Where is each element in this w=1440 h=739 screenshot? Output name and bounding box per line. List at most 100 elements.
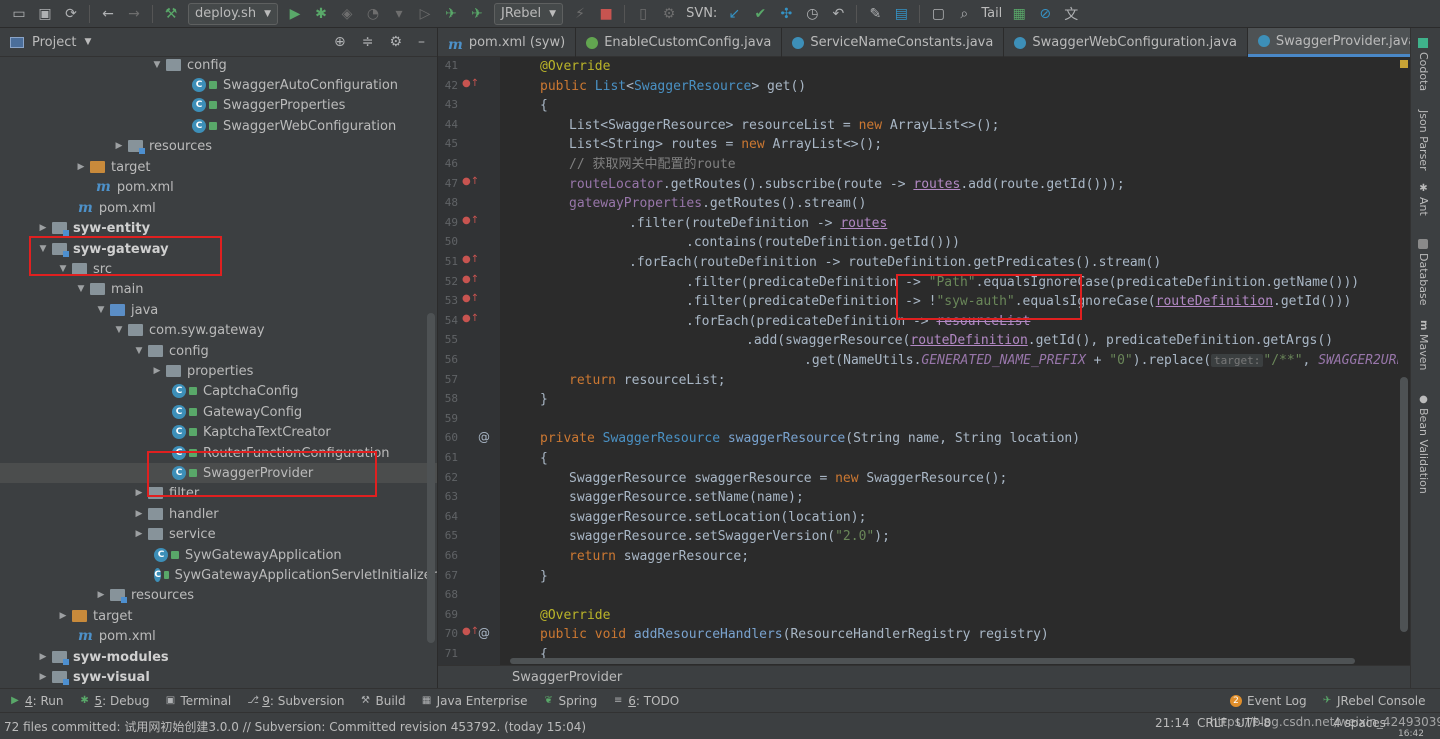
lambda-marker-icon[interactable]: ●↑ bbox=[462, 293, 479, 304]
translate-icon[interactable]: 文 bbox=[1060, 3, 1082, 25]
tab-enablecustomconfig[interactable]: EnableCustomConfig.java bbox=[576, 28, 783, 57]
code-editor[interactable]: @Override public List<SwaggerResource> g… bbox=[510, 57, 1398, 665]
tree-node-properties[interactable]: ▶ properties bbox=[0, 361, 437, 381]
project-panel-title[interactable]: Project bbox=[32, 35, 76, 50]
debug-tool-button[interactable]: ✱ 5: Debug bbox=[80, 694, 149, 708]
tree-node-config[interactable]: ▼ config bbox=[0, 57, 437, 75]
override-marker-icon[interactable]: ●↑ bbox=[462, 626, 479, 637]
expanded-arrow-icon[interactable]: ▼ bbox=[36, 244, 50, 254]
collapsed-arrow-icon[interactable]: ▶ bbox=[112, 141, 126, 151]
tree-node-routerfunctionconfiguration[interactable]: C RouterFunctionConfiguration bbox=[0, 443, 437, 463]
window-icon[interactable]: ▢ bbox=[927, 3, 949, 25]
bean-validation-tab[interactable]: ● Bean Validation bbox=[1417, 394, 1430, 494]
profile-icon[interactable]: ◔ bbox=[362, 3, 384, 25]
lambda-marker-icon[interactable]: ●↑ bbox=[462, 215, 479, 226]
tree-node-resources[interactable]: ▶ resources bbox=[0, 585, 437, 605]
editor-vertical-scrollbar[interactable] bbox=[1398, 57, 1410, 665]
expanded-arrow-icon[interactable]: ▼ bbox=[150, 60, 164, 70]
annotation-marker-icon[interactable]: @ bbox=[478, 626, 490, 640]
build-hammer-icon[interactable]: ⚒ bbox=[160, 3, 182, 25]
spring-tool-button[interactable]: ❦ Spring bbox=[544, 694, 597, 708]
annotation-marker-icon[interactable]: @ bbox=[478, 430, 490, 444]
tree-node-config[interactable]: ▼ config bbox=[0, 341, 437, 361]
expanded-arrow-icon[interactable]: ▼ bbox=[94, 305, 108, 315]
tree-node-kaptchatextcreator[interactable]: C KaptchaTextCreator bbox=[0, 422, 437, 442]
terminal-tool-button[interactable]: ▣ Terminal bbox=[165, 694, 231, 708]
tree-node-syw-entity[interactable]: ▶ syw-entity bbox=[0, 218, 437, 238]
tree-node-pom[interactable]: m pom.xml bbox=[0, 626, 437, 646]
tree-node-package[interactable]: ▼ com.syw.gateway bbox=[0, 320, 437, 340]
lambda-marker-icon[interactable]: ●↑ bbox=[462, 313, 479, 324]
tab-swaggerwebconfiguration[interactable]: SwaggerWebConfiguration.java bbox=[1004, 28, 1248, 57]
collapsed-arrow-icon[interactable]: ▶ bbox=[36, 652, 50, 662]
jrebel-select[interactable]: JRebel ▼ bbox=[493, 2, 564, 25]
horizontal-scrollbar[interactable] bbox=[510, 658, 1355, 664]
tree-node-src[interactable]: ▼ src bbox=[0, 259, 437, 279]
lambda-marker-icon[interactable]: ●↑ bbox=[462, 176, 479, 187]
tree-node-target[interactable]: ▶ target bbox=[0, 157, 437, 177]
stop-icon[interactable]: ■ bbox=[595, 3, 617, 25]
no-entry-icon[interactable]: ⊘ bbox=[1034, 3, 1056, 25]
tree-node-pom[interactable]: m pom.xml bbox=[0, 198, 437, 218]
gear-icon[interactable]: ⚙ bbox=[389, 34, 402, 50]
tree-node-main[interactable]: ▼ main bbox=[0, 279, 437, 299]
chevron-down-icon[interactable]: ▼ bbox=[84, 37, 91, 47]
status-message[interactable]: 72 files committed: 试用网初始创建3.0.0 // Subv… bbox=[4, 718, 586, 735]
todo-tool-button[interactable]: ≡ 6: TODO bbox=[613, 694, 679, 708]
run-config-select[interactable]: deploy.sh ▼ bbox=[188, 2, 278, 25]
java-enterprise-tool-button[interactable]: ▦ Java Enterprise bbox=[422, 694, 528, 708]
settings-wrench-icon[interactable]: ⚙ bbox=[658, 3, 680, 25]
maven-tab[interactable]: m Maven bbox=[1417, 320, 1430, 370]
lambda-marker-icon[interactable]: ●↑ bbox=[462, 274, 479, 285]
tree-node-filter[interactable]: ▶ filter bbox=[0, 483, 437, 503]
override-marker-icon[interactable]: ●↑ bbox=[462, 78, 479, 89]
sync-icon[interactable]: ⟳ bbox=[60, 3, 82, 25]
tree-node-swaggerautoconfiguration[interactable]: C SwaggerAutoConfiguration bbox=[0, 75, 437, 95]
tree-node-swaggerproperties[interactable]: C SwaggerProperties bbox=[0, 95, 437, 115]
breadcrumb-item[interactable]: SwaggerProvider bbox=[512, 670, 622, 685]
revert-icon[interactable]: ↶ bbox=[827, 3, 849, 25]
tree-node-syw-gateway[interactable]: ▼ syw-gateway bbox=[0, 239, 437, 259]
tree-node-swaggerprovider-selected[interactable]: C SwaggerProvider bbox=[0, 463, 437, 483]
ant-tab[interactable]: ✱ Ant bbox=[1417, 183, 1430, 216]
collapsed-arrow-icon[interactable]: ▶ bbox=[74, 162, 88, 172]
step-icon[interactable]: ▷ bbox=[414, 3, 436, 25]
tree-node-service[interactable]: ▶ service bbox=[0, 524, 437, 544]
event-log-button[interactable]: 2 Event Log bbox=[1230, 694, 1307, 708]
collapse-all-icon[interactable]: ≑ bbox=[362, 34, 374, 50]
device-icon[interactable]: ▯ bbox=[632, 3, 654, 25]
tree-scrollbar[interactable] bbox=[427, 313, 435, 643]
tree-node-servletinitializer[interactable]: C SywGatewayApplicationServletInitializer bbox=[0, 565, 437, 585]
collapsed-arrow-icon[interactable]: ▶ bbox=[36, 223, 50, 233]
build-tool-button[interactable]: ⚒ Build bbox=[361, 694, 406, 708]
coverage-icon[interactable]: ◈ bbox=[336, 3, 358, 25]
history-clock-icon[interactable]: ◷ bbox=[801, 3, 823, 25]
forward-icon[interactable]: → bbox=[123, 3, 145, 25]
expanded-arrow-icon[interactable]: ▼ bbox=[74, 284, 88, 294]
tree-node-resources[interactable]: ▶ resources bbox=[0, 136, 437, 156]
tree-node-gatewayconfig[interactable]: C GatewayConfig bbox=[0, 402, 437, 422]
collapsed-arrow-icon[interactable]: ▶ bbox=[132, 488, 146, 498]
tree-node-syw-visual[interactable]: ▶ syw-visual bbox=[0, 667, 437, 687]
back-icon[interactable]: ← bbox=[97, 3, 119, 25]
caret-position[interactable]: 21:14 bbox=[1155, 716, 1190, 730]
save-icon[interactable]: ▣ bbox=[34, 3, 56, 25]
open-folder-icon[interactable]: ▭ bbox=[8, 3, 30, 25]
tab-servicenameconstants[interactable]: ServiceNameConstants.java bbox=[782, 28, 1005, 57]
tree-node-target[interactable]: ▶ target bbox=[0, 606, 437, 626]
collapsed-arrow-icon[interactable]: ▶ bbox=[132, 529, 146, 539]
jrebel-debug-icon[interactable]: ✈ bbox=[466, 3, 488, 25]
debug-bug-icon[interactable]: ✱ bbox=[310, 3, 332, 25]
run-tool-button[interactable]: ▶ 4: Run bbox=[10, 694, 63, 708]
expanded-arrow-icon[interactable]: ▼ bbox=[56, 264, 70, 274]
codota-tab[interactable]: Codota bbox=[1417, 38, 1430, 91]
jrebel-run-icon[interactable]: ✈ bbox=[440, 3, 462, 25]
locate-target-icon[interactable]: ⊕ bbox=[334, 34, 346, 50]
hide-panel-icon[interactable]: – bbox=[418, 34, 425, 50]
run-dropdown-icon[interactable]: ▾ bbox=[388, 3, 410, 25]
lambda-marker-icon[interactable]: ●↑ bbox=[462, 254, 479, 265]
tree-node-sywgatewayapplication[interactable]: C SywGatewayApplication bbox=[0, 545, 437, 565]
attach-icon[interactable]: ⚡ bbox=[569, 3, 591, 25]
database-tab[interactable]: Database bbox=[1417, 239, 1430, 306]
warning-marker-icon[interactable] bbox=[1400, 60, 1408, 68]
